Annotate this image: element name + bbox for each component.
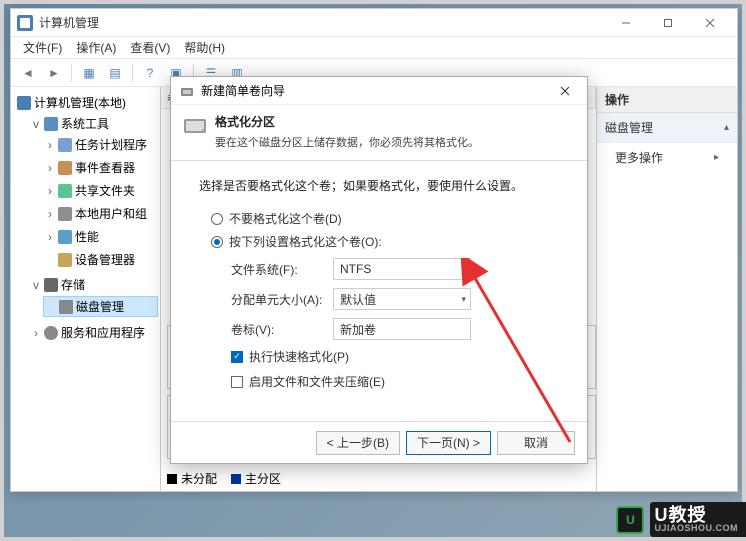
menubar: 文件(F) 操作(A) 查看(V) 帮助(H) — [11, 37, 737, 59]
tree-services-apps[interactable]: 服务和应用程序 — [61, 324, 145, 341]
storage-icon — [44, 278, 58, 292]
checkbox-enable-compression[interactable]: 启用文件和文件夹压缩(E) — [231, 373, 559, 390]
tree-local-users[interactable]: 本地用户和组 — [75, 205, 147, 222]
wizard-body: 选择是否要格式化这个卷；如果要格式化，要使用什么设置。 不要格式化这个卷(D) … — [171, 161, 587, 421]
actions-more[interactable]: 更多操作▸ — [597, 143, 737, 172]
chevron-down-icon: ▾ — [461, 294, 466, 305]
legend: 未分配 主分区 — [167, 470, 281, 487]
menu-view[interactable]: 查看(V) — [124, 37, 176, 58]
computer-icon — [17, 96, 31, 110]
task-scheduler-icon — [58, 138, 72, 152]
close-button[interactable] — [689, 11, 731, 35]
tree-device-manager[interactable]: 设备管理器 — [75, 251, 135, 268]
wizard-subheading: 要在这个磁盘分区上储存数据，你必须先将其格式化。 — [215, 134, 573, 150]
device-manager-icon — [58, 253, 72, 267]
window-title: 计算机管理 — [39, 14, 605, 31]
tree-root[interactable]: 计算机管理(本地) — [34, 94, 126, 111]
cancel-button[interactable]: 取消 — [497, 431, 575, 455]
swatch-unallocated-icon — [167, 474, 177, 484]
checkbox-quick-format[interactable]: 执行快速格式化(P) — [231, 348, 559, 365]
radio-format-with-settings[interactable]: 按下列设置格式化这个卷(O): — [211, 233, 559, 250]
disk-drive-icon — [183, 115, 207, 135]
actions-panel: 操作 磁盘管理▴ 更多操作▸ — [597, 87, 737, 491]
label-filesystem: 文件系统(F): — [231, 261, 323, 278]
services-icon — [44, 326, 58, 340]
help-icon[interactable]: ? — [139, 62, 161, 84]
titlebar: 计算机管理 — [11, 9, 737, 37]
event-viewer-icon — [58, 161, 72, 175]
wizard-titlebar: 新建简单卷向导 — [171, 77, 587, 105]
collapse-arrow-icon: ▴ — [724, 122, 729, 133]
actions-header: 操作 — [597, 87, 737, 113]
twisty-icon[interactable]: › — [45, 184, 55, 198]
chevron-right-icon: ▸ — [714, 152, 719, 163]
actions-group-title[interactable]: 磁盘管理▴ — [597, 113, 737, 143]
maximize-button[interactable] — [647, 11, 689, 35]
tree-disk-management[interactable]: 磁盘管理 — [76, 298, 124, 315]
users-icon — [58, 207, 72, 221]
folder-icon — [44, 117, 58, 131]
tree-shared-folders[interactable]: 共享文件夹 — [75, 182, 135, 199]
radio-icon — [211, 213, 223, 225]
tree-performance[interactable]: 性能 — [75, 228, 99, 245]
back-icon[interactable]: ◄ — [17, 62, 39, 84]
wizard-title: 新建简单卷向导 — [201, 82, 551, 99]
wizard-icon — [179, 83, 195, 99]
back-button[interactable]: < 上一步(B) — [316, 431, 400, 455]
menu-action[interactable]: 操作(A) — [70, 37, 122, 58]
shared-folders-icon — [58, 184, 72, 198]
radio-icon — [211, 236, 223, 248]
volume-label-textbox[interactable]: 新加卷 — [333, 318, 471, 340]
new-simple-volume-wizard: 新建简单卷向导 格式化分区 要在这个磁盘分区上储存数据，你必须先将其格式化。 选… — [170, 76, 588, 464]
twisty-icon[interactable]: › — [45, 138, 55, 152]
tree-system-tools[interactable]: 系统工具 — [61, 115, 109, 132]
tree-event-viewer[interactable]: 事件查看器 — [75, 159, 135, 176]
twisty-icon[interactable]: › — [45, 207, 55, 221]
chevron-down-icon: ▾ — [461, 264, 466, 275]
wizard-close-button[interactable] — [551, 81, 579, 101]
toolbar-btn-2[interactable]: ▤ — [104, 62, 126, 84]
checkbox-icon — [231, 351, 243, 363]
twisty-icon[interactable]: v — [31, 278, 41, 292]
label-allocation-unit: 分配单元大小(A): — [231, 291, 323, 308]
minimize-button[interactable] — [605, 11, 647, 35]
watermark: U U教授 UJIAOSHOU.COM — [616, 502, 746, 537]
swatch-primary-icon — [231, 474, 241, 484]
twisty-icon[interactable]: › — [31, 326, 41, 340]
next-button[interactable]: 下一页(N) > — [406, 431, 491, 455]
twisty-icon[interactable]: › — [45, 161, 55, 175]
twisty-icon[interactable]: › — [45, 230, 55, 244]
performance-icon — [58, 230, 72, 244]
app-icon — [17, 15, 33, 31]
wizard-heading: 格式化分区 — [215, 113, 573, 130]
watermark-logo-icon: U — [616, 506, 644, 534]
tree-task-scheduler[interactable]: 任务计划程序 — [75, 136, 147, 153]
filesystem-combobox[interactable]: NTFS ▾ — [333, 258, 471, 280]
wizard-footer: < 上一步(B) 下一页(N) > 取消 — [171, 421, 587, 463]
wizard-intro-text: 选择是否要格式化这个卷；如果要格式化，要使用什么设置。 — [199, 177, 559, 194]
tree-storage[interactable]: 存储 — [61, 276, 85, 293]
wizard-header: 格式化分区 要在这个磁盘分区上储存数据，你必须先将其格式化。 — [171, 105, 587, 161]
forward-icon[interactable]: ► — [43, 62, 65, 84]
checkbox-icon — [231, 376, 243, 388]
toolbar-btn-1[interactable]: ▦ — [78, 62, 100, 84]
menu-file[interactable]: 文件(F) — [17, 37, 68, 58]
radio-no-format[interactable]: 不要格式化这个卷(D) — [211, 210, 559, 227]
twisty-icon[interactable]: v — [31, 117, 41, 131]
label-volume-name: 卷标(V): — [231, 321, 323, 338]
navigation-tree[interactable]: 计算机管理(本地) v 系统工具 › 任务计划程序 › 事件查看器 › 共享文件夹 › 本… — [11, 87, 161, 491]
allocation-unit-combobox[interactable]: 默认值 ▾ — [333, 288, 471, 310]
menu-help[interactable]: 帮助(H) — [178, 37, 231, 58]
disk-icon — [59, 300, 73, 314]
